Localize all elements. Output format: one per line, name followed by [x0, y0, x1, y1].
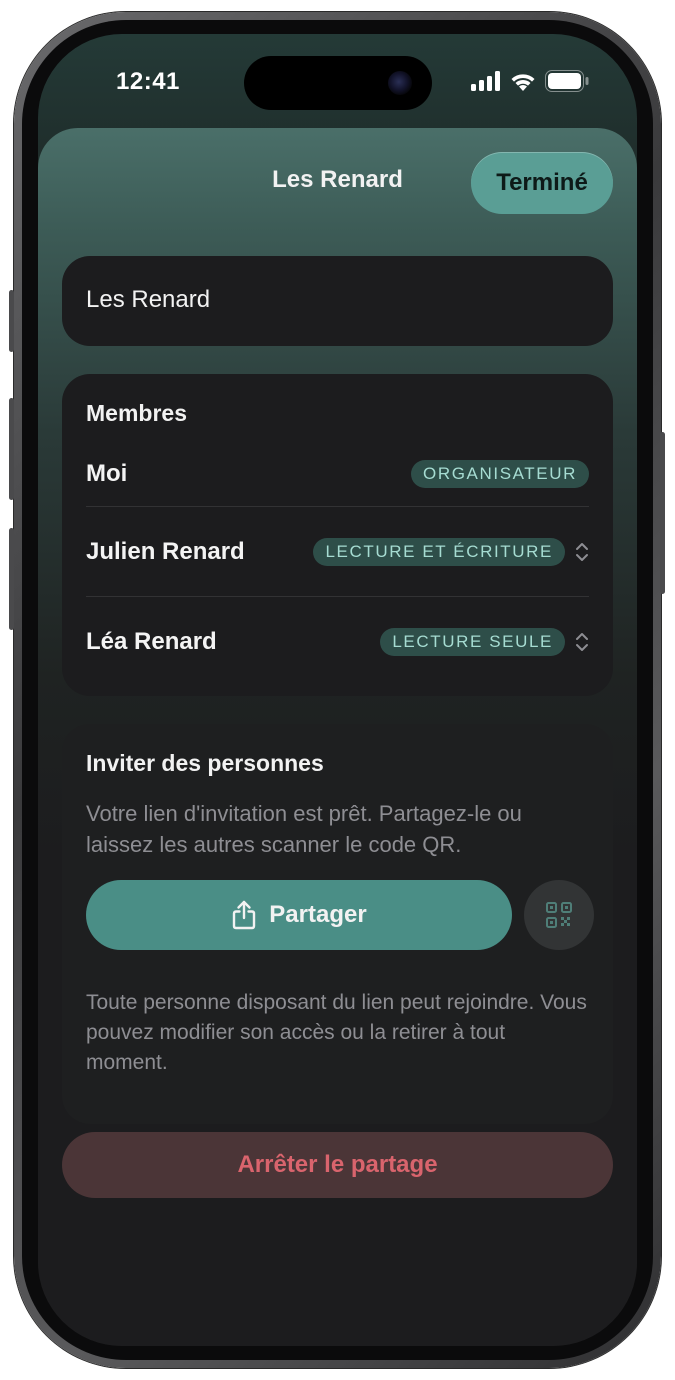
role-badge[interactable]: LECTURE SEULE [380, 628, 565, 656]
group-name-field[interactable]: Les Renard [62, 256, 613, 346]
divider [86, 506, 589, 507]
share-button-label: Partager [269, 901, 367, 928]
volume-up-button [9, 398, 14, 500]
invite-note: Toute personne disposant du lien peut re… [86, 991, 587, 1074]
member-row-moi: Moi ORGANISATEUR [86, 434, 589, 514]
qr-code-icon [546, 902, 572, 928]
group-name-value[interactable]: Les Renard [86, 286, 210, 314]
dynamic-island [244, 56, 432, 110]
screen: 12:41 Les Renard Terminé Les Renard Memb… [38, 34, 637, 1346]
invite-title: Inviter des personnes [86, 750, 324, 776]
done-button[interactable]: Terminé [471, 152, 613, 214]
chevron-up-down-icon[interactable] [575, 540, 589, 564]
members-section-label: Membres [86, 400, 187, 426]
member-name: Léa Renard [86, 628, 217, 655]
volume-down-button [9, 528, 14, 630]
chevron-up-down-icon[interactable] [575, 630, 589, 654]
edit-group-sheet: Les Renard Terminé Les Renard Membres Mo… [38, 128, 637, 1346]
wifi-icon [511, 73, 535, 91]
share-button[interactable]: Partager [86, 880, 512, 950]
action-button [9, 290, 14, 352]
status-bar: 12:41 [38, 34, 637, 130]
member-name: Moi [86, 460, 128, 487]
role-badge: ORGANISATEUR [411, 460, 589, 488]
status-time: 12:41 [116, 68, 180, 95]
role-badge[interactable]: LECTURE ET ÉCRITURE [313, 538, 565, 566]
qr-code-button[interactable] [524, 880, 594, 950]
status-icons [471, 70, 589, 92]
invite-description: Votre lien d'invitation est prêt. Partag… [86, 801, 522, 857]
stop-sharing-button[interactable]: Arrêter le partage [62, 1132, 613, 1198]
member-name: Julien Renard [86, 538, 245, 565]
cellular-signal-icon [471, 71, 500, 91]
member-row-julien[interactable]: Julien Renard LECTURE ET ÉCRITURE [86, 512, 589, 592]
front-camera-icon [388, 71, 412, 95]
power-button [660, 432, 665, 594]
invite-card: Inviter des personnes Votre lien d'invit… [62, 724, 613, 1124]
members-card: Membres Moi ORGANISATEUR Julien Renard L… [62, 374, 613, 696]
divider [86, 596, 589, 597]
share-icon [233, 900, 256, 930]
battery-icon [545, 70, 589, 92]
member-row-lea[interactable]: Léa Renard LECTURE SEULE [86, 602, 589, 682]
